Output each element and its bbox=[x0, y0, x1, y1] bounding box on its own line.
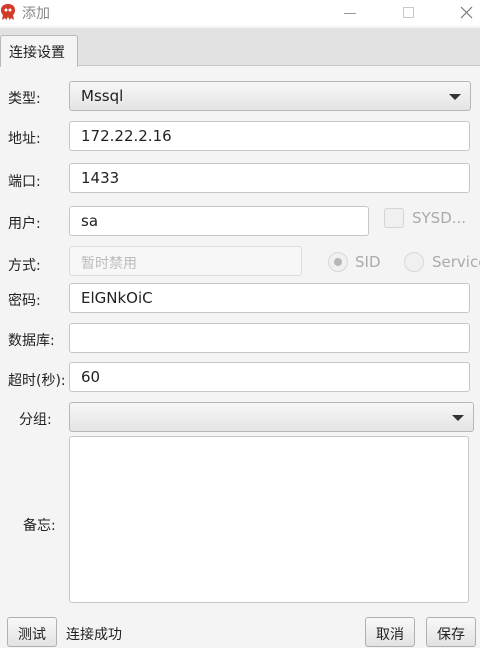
minimize-button[interactable] bbox=[330, 0, 370, 26]
port-label: 端口: bbox=[8, 174, 41, 190]
sid-radio-label: SID bbox=[355, 253, 381, 271]
status-text: 连接成功 bbox=[66, 627, 122, 643]
maximize-button[interactable] bbox=[388, 0, 428, 26]
timeout-label: 超时(秒): bbox=[8, 373, 66, 389]
mode-input: 暂时禁用 bbox=[69, 246, 302, 276]
window-title: 添加 bbox=[22, 6, 50, 22]
app-logo-icon bbox=[1, 4, 15, 20]
maximize-icon bbox=[403, 7, 414, 18]
password-label: 密码: bbox=[8, 293, 41, 309]
service-radio[interactable] bbox=[404, 252, 424, 272]
mode-label: 方式: bbox=[8, 258, 41, 274]
test-button[interactable]: 测试 bbox=[7, 617, 57, 647]
database-label: 数据库: bbox=[8, 333, 55, 349]
tab-strip: 连接设置 bbox=[0, 28, 480, 67]
cancel-button[interactable]: 取消 bbox=[365, 617, 415, 647]
port-input[interactable]: 1433 bbox=[69, 163, 470, 193]
sid-radio[interactable] bbox=[328, 252, 348, 272]
radio-selected-dot bbox=[334, 258, 342, 266]
group-label: 分组: bbox=[19, 412, 52, 428]
timeout-input[interactable]: 60 bbox=[69, 362, 470, 392]
type-label: 类型: bbox=[8, 91, 41, 107]
minimize-icon bbox=[344, 13, 356, 14]
user-label: 用户: bbox=[8, 216, 41, 232]
close-button[interactable] bbox=[446, 0, 480, 26]
password-input[interactable]: ElGNkOiC bbox=[69, 283, 470, 313]
service-radio-label: Service bbox=[432, 253, 480, 271]
chevron-down-icon bbox=[449, 94, 461, 100]
user-input[interactable]: sa bbox=[69, 206, 369, 236]
title-bar: 添加 bbox=[0, 0, 480, 26]
type-select[interactable]: Mssql bbox=[69, 81, 471, 111]
chevron-down-icon bbox=[452, 415, 464, 421]
notes-label: 备忘: bbox=[23, 518, 56, 534]
type-select-value: Mssql bbox=[81, 87, 124, 105]
database-input[interactable] bbox=[69, 323, 470, 353]
address-label: 地址: bbox=[8, 131, 41, 147]
address-input[interactable]: 172.22.2.16 bbox=[69, 121, 470, 151]
sysdba-checkbox[interactable] bbox=[384, 208, 404, 228]
group-select[interactable] bbox=[69, 402, 474, 432]
close-icon bbox=[460, 6, 473, 19]
tab-connection-settings[interactable]: 连接设置 bbox=[0, 35, 78, 67]
sysdba-label: SYSD... bbox=[412, 209, 467, 227]
notes-textarea[interactable] bbox=[69, 436, 469, 603]
save-button[interactable]: 保存 bbox=[426, 617, 476, 647]
